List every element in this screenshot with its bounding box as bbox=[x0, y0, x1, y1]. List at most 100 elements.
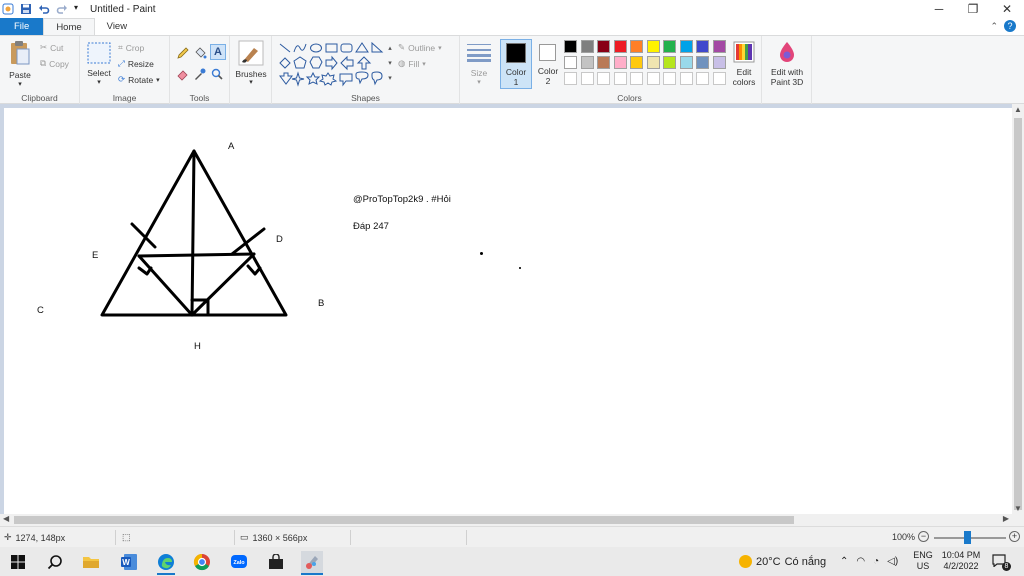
outline-button[interactable]: ✎ Outline ▾ bbox=[398, 42, 442, 53]
tab-view[interactable]: View bbox=[95, 18, 139, 35]
palette-swatch[interactable] bbox=[580, 40, 594, 53]
minimize-icon[interactable]: ─ bbox=[922, 0, 956, 18]
paint-app-icon[interactable] bbox=[2, 3, 14, 15]
customize-toolbar-icon[interactable]: ▾ bbox=[74, 3, 82, 15]
start-button[interactable] bbox=[7, 551, 29, 573]
wifi-icon[interactable]: ◔ bbox=[873, 556, 879, 567]
palette-swatch[interactable] bbox=[613, 56, 627, 69]
save-icon[interactable] bbox=[20, 3, 32, 15]
ribbon: Paste ▾ ✂ Cut ⧉ Copy Clipboard Select ▾ … bbox=[0, 35, 1024, 105]
palette-swatch[interactable] bbox=[679, 56, 693, 69]
palette-swatch[interactable] bbox=[712, 40, 726, 53]
rotate-button[interactable]: ⟳ Rotate ▾ bbox=[118, 74, 160, 85]
store-button[interactable] bbox=[265, 551, 287, 573]
zoom-out-icon[interactable]: − bbox=[918, 531, 929, 542]
palette-swatch[interactable] bbox=[663, 56, 676, 69]
palette-swatch-empty[interactable] bbox=[712, 72, 726, 85]
zalo-button[interactable]: Zalo bbox=[228, 551, 250, 573]
palette-swatch-empty[interactable] bbox=[630, 72, 643, 85]
notification-center[interactable]: 8 bbox=[992, 554, 1011, 571]
search-button[interactable] bbox=[44, 551, 66, 573]
color1-button[interactable]: Color 1 bbox=[500, 39, 532, 89]
drawing-canvas[interactable]: A D E C B H @ProTopTop2k9 . #Hỏi Đáp 247 bbox=[4, 108, 1012, 514]
palette-swatch[interactable] bbox=[564, 40, 577, 53]
word-button[interactable]: W bbox=[118, 551, 140, 573]
vertical-scroll-thumb[interactable] bbox=[1014, 118, 1022, 510]
eraser-tool[interactable] bbox=[176, 67, 190, 81]
show-hidden-icons-icon[interactable]: ⌃ bbox=[840, 556, 848, 567]
palette-swatch-empty[interactable] bbox=[564, 72, 577, 85]
redo-icon[interactable] bbox=[56, 3, 68, 15]
keyboard-region: US bbox=[916, 561, 930, 571]
clock[interactable]: 10:04 PM 4/2/2022 bbox=[939, 550, 983, 572]
paste-button[interactable]: Paste ▾ bbox=[6, 40, 34, 88]
cut-label: Cut bbox=[50, 42, 64, 53]
help-icon[interactable]: ? bbox=[1004, 20, 1016, 32]
select-button[interactable]: Select ▾ bbox=[84, 42, 114, 86]
palette-swatch[interactable] bbox=[679, 40, 693, 53]
edge-button[interactable] bbox=[155, 551, 177, 573]
zoom-in-icon[interactable]: + bbox=[1009, 531, 1020, 542]
weather-widget[interactable]: 20°C Có nắng bbox=[739, 547, 826, 576]
canvas-size-icon: ▭ bbox=[240, 532, 249, 542]
tab-file[interactable]: File bbox=[0, 18, 44, 35]
horizontal-scrollbar[interactable]: ◀ ▶ bbox=[0, 514, 1012, 526]
close-icon[interactable]: ✕ bbox=[990, 0, 1024, 18]
edit-with-paint3d-button[interactable]: Edit with Paint 3D bbox=[764, 40, 810, 90]
palette-swatch-empty[interactable] bbox=[696, 72, 709, 85]
magnifier-tool[interactable] bbox=[210, 67, 224, 81]
resize-button[interactable]: ⤢ Resize bbox=[118, 58, 154, 69]
fill-button[interactable]: ◍ Fill ▾ bbox=[398, 58, 426, 69]
crop-button[interactable]: ⌗ Crop bbox=[118, 42, 144, 53]
palette-swatch[interactable] bbox=[564, 56, 577, 69]
cut-button[interactable]: ✂ Cut bbox=[40, 42, 63, 53]
palette-swatch[interactable] bbox=[613, 40, 627, 53]
language-indicator[interactable]: ENG US bbox=[912, 550, 934, 572]
palette-swatch-empty[interactable] bbox=[663, 72, 676, 85]
palette-swatch[interactable] bbox=[646, 56, 660, 69]
chrome-button[interactable] bbox=[191, 551, 213, 573]
size-button[interactable]: Size ▾ bbox=[464, 42, 494, 86]
scroll-up-icon[interactable]: ▲ bbox=[1014, 105, 1022, 114]
maximize-icon[interactable]: ❐ bbox=[956, 0, 990, 18]
palette-swatch-empty[interactable] bbox=[646, 72, 660, 85]
color2-button[interactable]: Color 2 bbox=[534, 39, 562, 89]
scroll-right-icon[interactable]: ▶ bbox=[1003, 514, 1009, 523]
palette-swatch[interactable] bbox=[630, 40, 643, 53]
zoom-slider-thumb[interactable] bbox=[964, 531, 971, 544]
fill-tool[interactable] bbox=[193, 46, 207, 60]
edit-colors-button[interactable]: Edit colors bbox=[728, 40, 760, 90]
pencil-tool[interactable] bbox=[176, 46, 190, 60]
palette-swatch[interactable] bbox=[580, 56, 594, 69]
network-icon[interactable]: ◠ bbox=[856, 556, 865, 567]
volume-icon[interactable]: ◁) bbox=[887, 556, 898, 567]
scroll-down-icon[interactable]: ▼ bbox=[1014, 504, 1022, 513]
palette-swatch[interactable] bbox=[696, 40, 709, 53]
palette-swatch[interactable] bbox=[630, 56, 643, 69]
copy-button[interactable]: ⧉ Copy bbox=[40, 58, 69, 69]
palette-swatch[interactable] bbox=[663, 40, 676, 53]
palette-swatch-empty[interactable] bbox=[597, 72, 610, 85]
file-explorer-button[interactable] bbox=[80, 551, 102, 573]
palette-swatch[interactable] bbox=[696, 56, 709, 69]
scroll-left-icon[interactable]: ◀ bbox=[3, 514, 9, 523]
shapes-gallery[interactable] bbox=[278, 41, 390, 89]
palette-swatch-empty[interactable] bbox=[613, 72, 627, 85]
palette-swatch-empty[interactable] bbox=[679, 72, 693, 85]
vertical-scrollbar[interactable]: ▲ ▼ bbox=[1012, 104, 1024, 514]
palette-swatch[interactable] bbox=[646, 40, 660, 53]
shapes-scroll[interactable]: ▴ ▾ ▾ bbox=[386, 41, 394, 87]
palette-swatch[interactable] bbox=[597, 56, 610, 69]
tab-home[interactable]: Home bbox=[43, 18, 95, 35]
text-tool[interactable]: A bbox=[210, 44, 226, 60]
undo-icon[interactable] bbox=[38, 3, 50, 15]
palette-swatch[interactable] bbox=[597, 40, 610, 53]
paint-taskbar-button[interactable] bbox=[301, 551, 323, 573]
palette-swatch-empty[interactable] bbox=[580, 72, 594, 85]
paste-dropdown-icon: ▾ bbox=[18, 81, 22, 88]
brushes-button[interactable]: Brushes ▾ bbox=[232, 40, 270, 90]
color-picker-tool[interactable] bbox=[193, 67, 207, 81]
palette-swatch[interactable] bbox=[712, 56, 726, 69]
collapse-ribbon-icon[interactable]: ⌃ bbox=[990, 21, 998, 32]
horizontal-scroll-thumb[interactable] bbox=[14, 516, 794, 524]
